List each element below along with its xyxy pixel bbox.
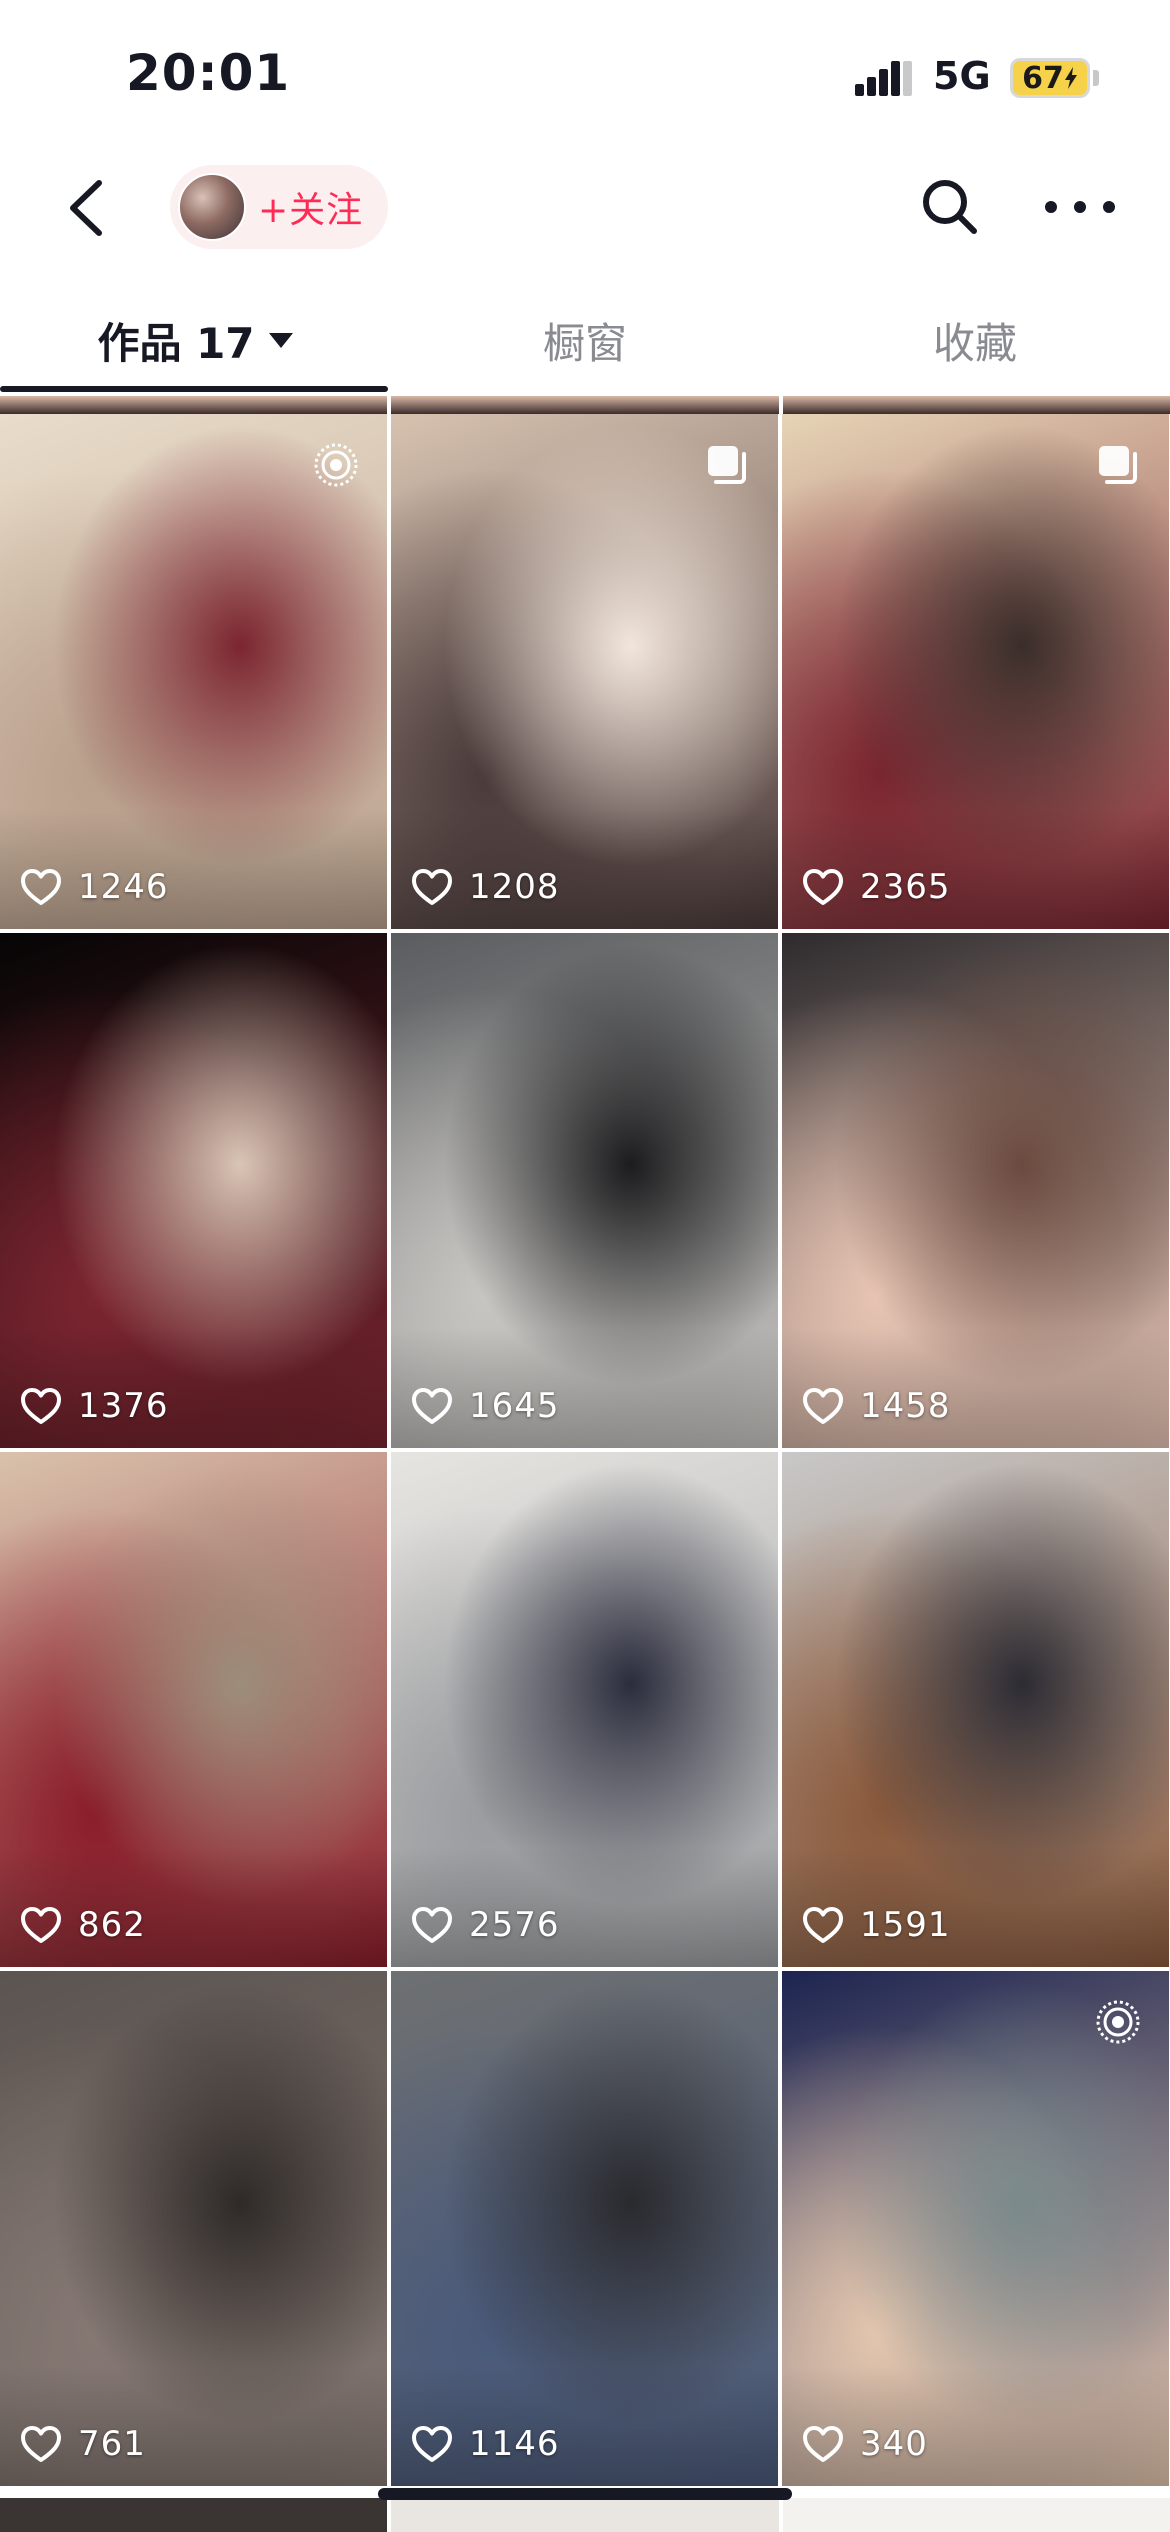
like-count: 1458 (860, 1386, 951, 1426)
avatar[interactable] (178, 173, 246, 241)
battery-cap (1093, 70, 1099, 86)
caret-down-icon[interactable] (268, 332, 293, 348)
video-thumbnail[interactable]: 1591 (782, 1452, 1169, 1967)
live-icon (1096, 2000, 1140, 2044)
video-thumbnail[interactable]: 1246 (0, 414, 387, 929)
video-grid: 1246 1208 2365 1376 1645 1458 862 2576 1591 761 11… (0, 396, 1170, 2532)
like-stat: 2576 (411, 1905, 560, 1945)
like-count: 1376 (78, 1386, 169, 1426)
like-stat: 1591 (802, 1905, 951, 1945)
back-button[interactable] (55, 175, 115, 240)
like-stat: 761 (20, 2424, 146, 2464)
heart-icon (803, 2426, 843, 2462)
like-count: 2576 (469, 1905, 560, 1945)
profile-tabs: 作品 17 橱窗 收藏 (0, 285, 1170, 395)
home-indicator (378, 2488, 792, 2500)
like-count: 1645 (469, 1386, 560, 1426)
multi-image-icon (708, 446, 746, 484)
next-row-peek (0, 2498, 1170, 2532)
video-thumbnail[interactable]: 1146 (391, 1971, 778, 2486)
video-thumbnail[interactable]: 1645 (391, 933, 778, 1448)
video-thumbnail[interactable]: 2365 (782, 414, 1169, 929)
tab-showcase-label: 橱窗 (542, 318, 627, 368)
thumbnail-peek (782, 2498, 1170, 2532)
more-dot (1045, 201, 1057, 213)
like-count: 1146 (469, 2424, 560, 2464)
charging-icon (1064, 67, 1077, 89)
like-stat: 1208 (411, 867, 560, 907)
network-type: 5G (933, 54, 991, 98)
like-stat: 1246 (20, 867, 169, 907)
tab-favorites-label: 收藏 (932, 318, 1017, 368)
like-count: 1208 (469, 867, 560, 907)
like-count: 1591 (860, 1905, 951, 1945)
heart-icon (21, 2426, 61, 2462)
multi-image-icon (1099, 446, 1137, 484)
tab-works-label: 作品 17 (97, 318, 255, 368)
battery-icon: 67 (1010, 58, 1090, 98)
follow-label: +关注 (258, 190, 364, 231)
battery-level: 67 (1022, 60, 1064, 96)
heart-icon (803, 1907, 843, 1943)
thumbnail-peek (391, 2498, 779, 2532)
previous-row-peek (0, 396, 1170, 414)
like-stat: 862 (20, 1905, 146, 1945)
like-stat: 1458 (802, 1386, 951, 1426)
live-icon (314, 443, 358, 487)
like-count: 862 (78, 1905, 146, 1945)
like-count: 1246 (78, 867, 169, 907)
like-stat: 1376 (20, 1386, 169, 1426)
video-thumbnail[interactable]: 1208 (391, 414, 778, 929)
more-dot (1074, 201, 1086, 213)
search-icon[interactable] (918, 175, 982, 239)
heart-icon (412, 2426, 452, 2462)
thumbnail-peek (0, 2498, 388, 2532)
like-stat: 340 (802, 2424, 928, 2464)
video-thumbnail[interactable]: 761 (0, 1971, 387, 2486)
chevron-left-icon (70, 179, 102, 236)
video-thumbnail[interactable]: 340 (782, 1971, 1169, 2486)
tab-indicator (0, 386, 388, 392)
heart-icon (21, 869, 61, 905)
tab-works[interactable]: 作品 17 (0, 285, 390, 395)
more-icon[interactable] (1045, 175, 1115, 239)
tab-showcase[interactable]: 橱窗 (390, 285, 780, 395)
heart-icon (412, 1907, 452, 1943)
heart-icon (412, 869, 452, 905)
video-thumbnail[interactable]: 1458 (782, 933, 1169, 1448)
video-thumbnail[interactable]: 1376 (0, 933, 387, 1448)
like-stat: 2365 (802, 867, 951, 907)
like-count: 340 (860, 2424, 928, 2464)
heart-icon (412, 1388, 452, 1424)
tab-favorites[interactable]: 收藏 (780, 285, 1170, 395)
video-thumbnail[interactable]: 862 (0, 1452, 387, 1967)
more-dot (1103, 201, 1115, 213)
signal-icon (855, 61, 912, 96)
follow-button[interactable]: +关注 (170, 165, 388, 249)
video-thumbnail[interactable]: 2576 (391, 1452, 778, 1967)
heart-icon (21, 1388, 61, 1424)
like-count: 2365 (860, 867, 951, 907)
thumbnail-peek (782, 396, 1170, 414)
nav-bar: +关注 (0, 150, 1170, 265)
status-time: 20:01 (126, 44, 291, 102)
heart-icon (803, 869, 843, 905)
like-stat: 1645 (411, 1386, 560, 1426)
thumbnail-peek (0, 396, 388, 414)
heart-icon (21, 1907, 61, 1943)
like-stat: 1146 (411, 2424, 560, 2464)
like-count: 761 (78, 2424, 146, 2464)
status-bar: 20:01 5G 67 (0, 0, 1170, 150)
heart-icon (803, 1388, 843, 1424)
thumbnail-peek (391, 396, 779, 414)
